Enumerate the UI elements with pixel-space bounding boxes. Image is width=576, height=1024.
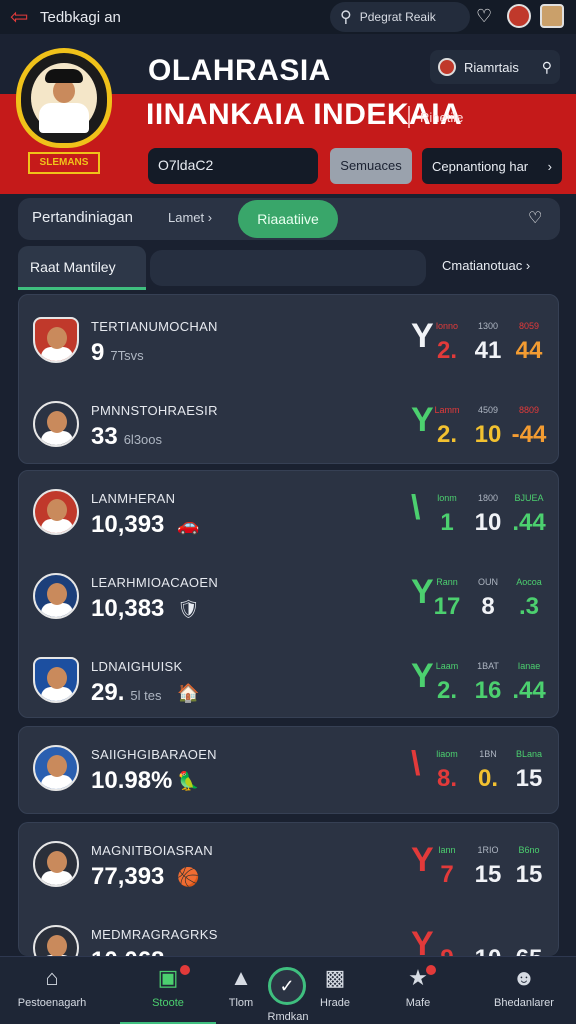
avatar[interactable] <box>507 4 531 28</box>
team-name: LANMHERAN <box>91 491 176 506</box>
upload-icon: ▲ <box>230 965 252 990</box>
match-row[interactable]: LDNAIGHUISK 29. 5l tes 🏠 Y Laam 2. 1BAT 16 Ianae.… <box>19 643 560 723</box>
notification-badge <box>180 965 190 975</box>
app-title: Tedbkagi an <box>40 8 121 26</box>
match-row[interactable]: MEDMRAGRAGRKS10,068Y91065 <box>19 911 558 956</box>
filter-bar[interactable] <box>150 250 426 286</box>
heart-icon[interactable]: ♡ <box>476 6 492 27</box>
match-card[interactable]: MAGNITBOIASRAN 77,393 🏀 Ylann 7 1RIO 15 B6no 15 M… <box>18 822 559 956</box>
category-button-label: Cepnantiong har <box>432 158 529 174</box>
match-row[interactable]: TERTIANUMOCHAN 9 7Tsvs Ylonno 2. 1300 41 8059 44 <box>19 303 560 383</box>
match-row[interactable]: LANMHERAN 10,393 🚗 \ lonm 1 1800 10 BJUEA .44 <box>19 475 560 555</box>
team-score: 10.98% <box>91 767 173 794</box>
notification-badge <box>426 965 436 975</box>
divider <box>408 106 410 128</box>
nav-score[interactable]: ▣ Stoote <box>116 957 220 1024</box>
team-name: PMNNSTOHRAESIR <box>91 403 218 418</box>
team-badge-icon: 🛡 <box>177 599 200 619</box>
team-badge-icon: 🚗 <box>177 515 200 535</box>
tab-pertandingan[interactable]: Pertandiniagan <box>32 209 133 226</box>
hero-banner: SLEMANS OLAHRASIA IINANKAIA INDEKAIA Rin… <box>0 34 576 194</box>
team-logo <box>33 401 79 447</box>
center-action-button[interactable]: ✓ <box>268 967 306 1005</box>
search-label: Pdegrat Reaik <box>359 10 436 24</box>
nav-hrade[interactable]: ▩ Hrade <box>308 957 362 1024</box>
chevron-right-icon: › <box>207 210 213 225</box>
home-icon: ⌂ <box>45 965 59 990</box>
trophy-icon: ★ <box>408 965 428 990</box>
team-score: 33 6l3oos <box>91 423 163 450</box>
nav-mafe[interactable]: ★ Mafe <box>388 957 448 1024</box>
team-name: SAIIGHGIBARAOEN <box>91 747 217 762</box>
emblem-banner: SLEMANS <box>28 152 100 174</box>
select-button[interactable]: Semuaces <box>330 148 412 184</box>
hero-profile-pill[interactable]: Riamrtais ⚲ <box>430 50 560 84</box>
filter-tab[interactable]: Raat Mantiley <box>18 246 146 290</box>
team-badge-icon: 🦜 <box>177 771 200 791</box>
match-card[interactable]: SAIIGHGIBARAOEN 10.98% 🦜 \ liaom 8. 1BN 0. BLana… <box>18 726 559 814</box>
chevron-right-icon: › <box>547 158 552 174</box>
team-logo <box>33 573 79 619</box>
nav-profile[interactable]: ☻ Bhedanlarer <box>476 957 572 1024</box>
grid-icon: ▩ <box>324 965 346 990</box>
team-name: LEARHMIOACAOEN <box>91 575 219 590</box>
nav-home[interactable]: ⌂ Pestoenagarh <box>0 957 104 1024</box>
profile-avatar[interactable] <box>540 4 564 28</box>
heart-icon[interactable]: ♡ <box>528 208 542 228</box>
emblem-logo <box>16 48 112 148</box>
team-badge-icon: 🏀 <box>177 867 200 887</box>
team-score: 9 7Tsvs <box>91 339 144 366</box>
top-bar: ⇦ Tedbkagi an ⚲ Pdegrat Reaik ♡ <box>0 0 576 34</box>
team-name: TERTIANUMOCHAN <box>91 319 218 334</box>
team-logo <box>33 841 79 887</box>
filter-row: Raat Mantiley Cmatianotuac › <box>18 246 560 290</box>
team-name: LDNAIGHUISK <box>91 659 183 674</box>
team-badge-icon: 🏠 <box>177 683 200 703</box>
team-logo <box>33 745 79 791</box>
match-row[interactable]: LEARHMIOACAOEN 10,383 🛡 Y Rann 17 OUN 8 Aocoa .3 <box>19 559 560 639</box>
code-field[interactable]: O7ldaC2 <box>148 148 318 184</box>
team-score: 77,393 <box>91 863 165 890</box>
result-mark: \ <box>411 489 421 527</box>
search-button[interactable]: ⚲ Pdegrat Reaik <box>330 2 470 32</box>
hero-pill-label: Riamrtais <box>464 59 519 75</box>
team-name: MEDMRAGRAGRKS <box>91 927 218 942</box>
result-mark: \ <box>411 745 421 783</box>
check-icon: ✓ <box>279 976 295 996</box>
hero-tag: Rinetile <box>420 110 464 125</box>
team-logo <box>33 489 79 535</box>
match-row[interactable]: PMNNSTOHRAESIR 33 6l3oos Y Lamm 2. 4509 10 8809-… <box>19 387 560 467</box>
team-score: 10,393 <box>91 511 165 538</box>
team-name: MAGNITBOIASRAN <box>91 843 213 858</box>
hero-title: OLAHRASIA <box>148 54 331 87</box>
match-row[interactable]: MAGNITBOIASRAN 77,393 🏀 Ylann 7 1RIO 15 B6no 15 <box>19 827 558 907</box>
bottom-nav: ⌂ Pestoenagarh ▣ Stoote ▲ Tlom ✓ Rmdkan … <box>0 956 576 1024</box>
user-icon: ☻ <box>512 965 536 990</box>
search-icon: ⚲ <box>340 9 352 26</box>
team-score: 10,068 <box>91 947 170 956</box>
team-logo <box>33 317 79 363</box>
filter-right-link[interactable]: Cmatianotuac › <box>442 258 530 273</box>
team-score: 10,383 <box>91 595 165 622</box>
team-logo <box>33 925 79 956</box>
match-card[interactable]: LANMHERAN 10,393 🚗 \ lonm 1 1800 10 BJUEA .44 LEAR… <box>18 470 559 718</box>
category-button[interactable]: Cepnantiong har › <box>422 148 562 184</box>
match-card[interactable]: TERTIANUMOCHAN 9 7Tsvs Ylonno 2. 1300 41 8059 44… <box>18 294 559 464</box>
tab-active[interactable]: Riaaatiive <box>238 200 338 238</box>
nav-tabs: Pertandiniagan Lamet › Riaaatiive ♡ <box>18 198 560 240</box>
tab-lamet[interactable]: Lamet › <box>168 210 212 225</box>
back-arrow-icon[interactable]: ⇦ <box>10 4 36 30</box>
scoreboard-icon: ▣ <box>157 965 179 990</box>
team-logo <box>33 657 79 703</box>
match-row[interactable]: SAIIGHGIBARAOEN 10.98% 🦜 \ liaom 8. 1BN 0. BLana… <box>19 731 560 811</box>
hero-subtitle: IINANKAIA INDEKAIA <box>146 98 463 131</box>
avatar <box>438 58 456 76</box>
search-icon: ⚲ <box>541 58 552 75</box>
chevron-right-icon: › <box>525 258 531 273</box>
team-score: 29. 5l tes <box>91 679 162 706</box>
